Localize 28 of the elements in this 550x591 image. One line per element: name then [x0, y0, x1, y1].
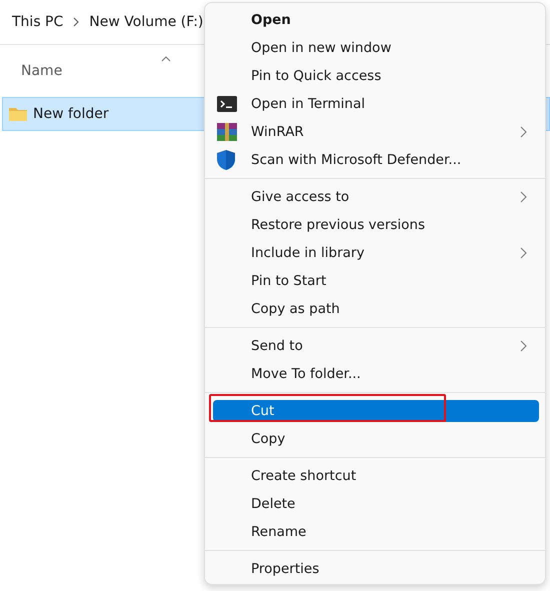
breadcrumb-item[interactable]: New Volume (F:) — [89, 14, 204, 30]
file-name: New folder — [33, 106, 109, 122]
menu-item[interactable]: Restore previous versions — [213, 214, 539, 236]
menu-item[interactable]: Delete — [213, 493, 539, 515]
menu-item[interactable]: Give access to — [213, 186, 539, 208]
menu-item[interactable]: Send to — [213, 335, 539, 357]
menu-item[interactable]: Copy as path — [213, 298, 539, 320]
menu-item[interactable]: WinRAR — [213, 121, 539, 143]
menu-item[interactable]: Pin to Quick access — [213, 65, 539, 87]
column-header[interactable]: Name — [21, 63, 161, 79]
menu-item[interactable]: Cut — [213, 400, 539, 422]
menu-item[interactable]: Scan with Microsoft Defender... — [213, 149, 539, 171]
menu-item[interactable]: Create shortcut — [213, 465, 539, 487]
menu-item[interactable]: Open in Terminal — [213, 93, 539, 115]
menu-item[interactable]: Include in library — [213, 242, 539, 264]
menu-item[interactable]: Move To folder... — [213, 363, 539, 385]
menu-item[interactable]: Rename — [213, 521, 539, 543]
menu-item[interactable]: Open — [213, 9, 539, 31]
folder-icon — [9, 107, 27, 121]
chevron-icon — [73, 17, 80, 27]
menu-item[interactable]: Properties — [213, 558, 539, 580]
terminal-icon — [217, 96, 237, 112]
menu-item[interactable]: Pin to Start — [213, 270, 539, 292]
menu-item[interactable]: Open in new window — [213, 37, 539, 59]
shield-icon — [217, 150, 235, 170]
books-icon — [217, 123, 237, 141]
menu-item[interactable]: Copy — [213, 428, 539, 450]
breadcrumb-item[interactable]: This PC — [12, 14, 64, 30]
